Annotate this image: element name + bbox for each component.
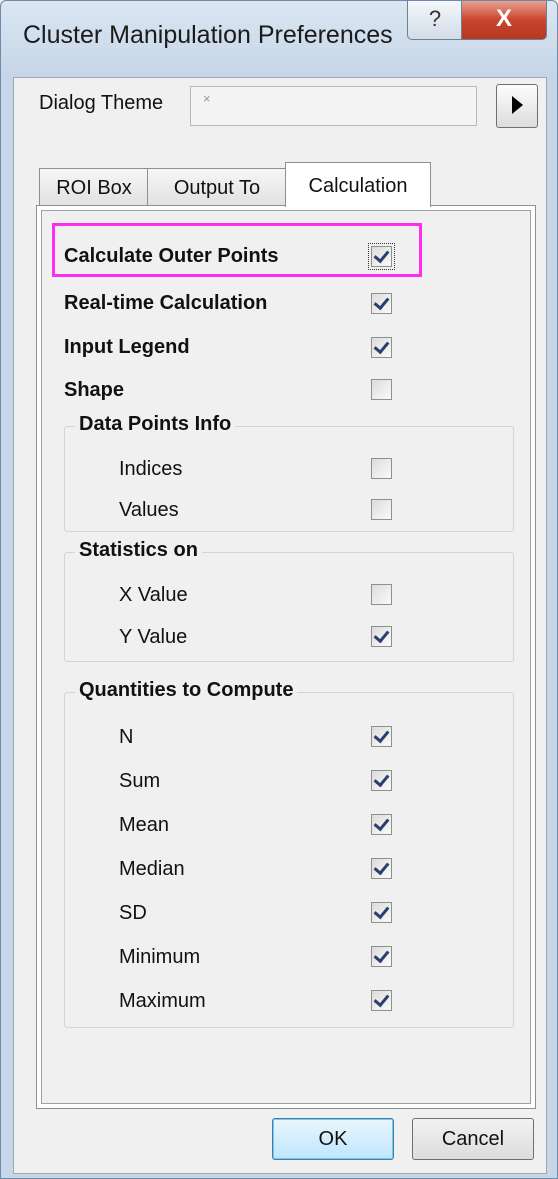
calculation-panel: Calculate Outer Points Real-time Calcula…: [36, 205, 536, 1109]
median-label: Median: [119, 858, 185, 880]
calculate-outer-points-highlight: [52, 223, 422, 277]
statistics-on-title: Statistics on: [75, 539, 202, 562]
y-value-label: Y Value: [119, 626, 188, 648]
calculation-panel-inner: Calculate Outer Points Real-time Calcula…: [41, 210, 531, 1104]
maximum-label: Maximum: [119, 990, 206, 1012]
y-value-checkbox[interactable]: [371, 626, 392, 647]
dialog-body: Dialog Theme × ROI Box Output To Calcula…: [13, 77, 547, 1174]
quantities-to-compute-group: Quantities to Compute N Sum Mean Median …: [64, 679, 514, 1028]
values-checkbox[interactable]: [371, 499, 392, 520]
tab-calculation[interactable]: Calculation: [285, 162, 431, 207]
close-icon: X: [495, 5, 512, 32]
median-checkbox[interactable]: [371, 858, 392, 879]
values-label: Values: [119, 499, 179, 521]
x-value-checkbox[interactable]: [371, 584, 392, 605]
sum-label: Sum: [119, 770, 161, 792]
n-label: N: [119, 726, 134, 748]
shape-checkbox[interactable]: [371, 379, 392, 400]
indices-label: Indices: [119, 458, 183, 480]
cancel-button[interactable]: Cancel: [412, 1118, 534, 1160]
dialog-theme-field[interactable]: ×: [190, 86, 477, 126]
data-points-info-group: Data Points Info Indices Values: [64, 413, 514, 532]
tab-roi-box-label: ROI Box: [56, 177, 132, 199]
sum-checkbox[interactable]: [371, 770, 392, 791]
window-title: Cluster Manipulation Preferences: [23, 21, 393, 49]
dialog-theme-label: Dialog Theme: [39, 92, 164, 114]
tab-calculation-label: Calculation: [308, 175, 408, 197]
close-button[interactable]: X: [461, 1, 547, 40]
ok-button-label: OK: [318, 1128, 348, 1150]
real-time-calculation-checkbox[interactable]: [371, 293, 392, 314]
minimum-checkbox[interactable]: [371, 946, 392, 967]
sd-label: SD: [119, 902, 147, 924]
cancel-button-label: Cancel: [441, 1128, 505, 1150]
ok-button[interactable]: OK: [272, 1118, 394, 1160]
quantities-to-compute-title: Quantities to Compute: [75, 679, 298, 702]
statistics-on-group: Statistics on X Value Y Value: [64, 539, 514, 662]
sd-checkbox[interactable]: [371, 902, 392, 923]
maximum-checkbox[interactable]: [371, 990, 392, 1011]
input-legend-label: Input Legend: [64, 336, 190, 358]
help-icon: ?: [428, 6, 442, 31]
data-points-info-title: Data Points Info: [75, 413, 236, 436]
dialog-theme-value: ×: [203, 91, 211, 106]
mean-checkbox[interactable]: [371, 814, 392, 835]
theme-menu-button[interactable]: [496, 84, 538, 128]
tab-output-to[interactable]: Output To: [147, 168, 287, 207]
help-button[interactable]: ?: [407, 1, 463, 40]
tab-output-to-label: Output To: [173, 177, 261, 199]
play-arrow-icon: [512, 96, 523, 114]
x-value-label: X Value: [119, 584, 188, 606]
tab-roi-box[interactable]: ROI Box: [39, 168, 149, 207]
real-time-calculation-label: Real-time Calculation: [64, 292, 268, 314]
title-bar: Cluster Manipulation Preferences ? X: [1, 1, 557, 77]
n-checkbox[interactable]: [371, 726, 392, 747]
mean-label: Mean: [119, 814, 170, 836]
minimum-label: Minimum: [119, 946, 201, 968]
indices-checkbox[interactable]: [371, 458, 392, 479]
dialog-window: Cluster Manipulation Preferences ? X Dia…: [0, 0, 558, 1179]
input-legend-checkbox[interactable]: [371, 337, 392, 358]
shape-label: Shape: [64, 379, 125, 401]
